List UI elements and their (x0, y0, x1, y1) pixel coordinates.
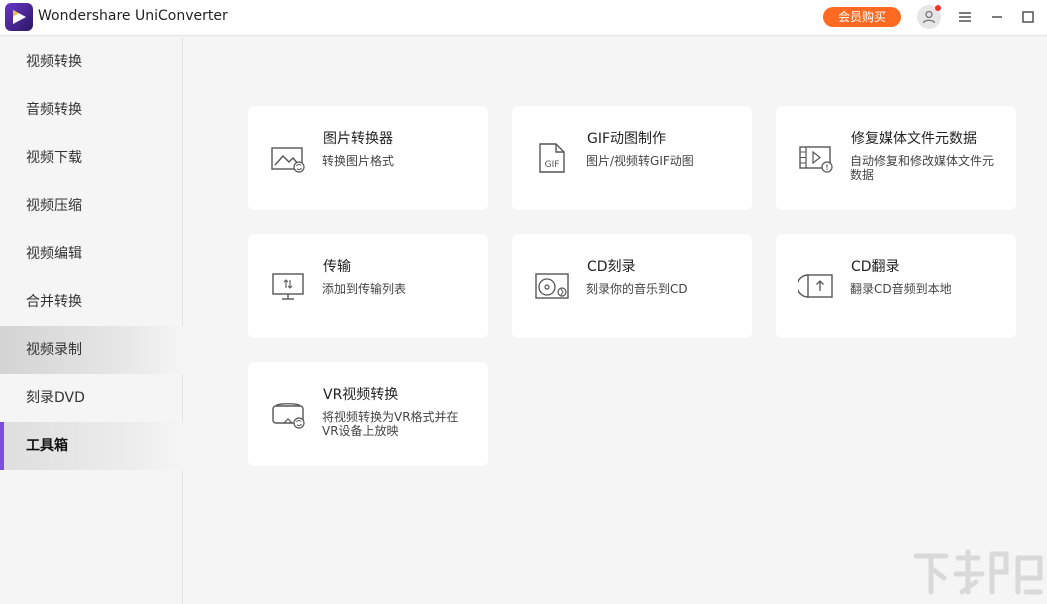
sidebar-item-video-convert[interactable]: 视频转换 (0, 38, 183, 86)
watermark-logo (906, 548, 1046, 604)
tool-description: 转换图片格式 (322, 154, 395, 168)
sidebar-item-burn-dvd[interactable]: 刻录DVD (0, 374, 183, 422)
metadata-icon (798, 142, 834, 174)
menu-button[interactable] (956, 8, 974, 26)
tool-title: VR视频转换 (323, 387, 399, 403)
minimize-button[interactable] (988, 8, 1006, 26)
notification-dot (935, 5, 941, 11)
sidebar-item-toolbox[interactable]: 工具箱 (0, 422, 183, 470)
tool-card-fix-metadata[interactable]: 修复媒体文件元数据 自动修复和修改媒体文件元数据 (776, 106, 1016, 210)
minimize-icon (992, 16, 1002, 18)
tool-card-transfer[interactable]: 传输 添加到传输列表 (248, 234, 488, 338)
transfer-icon (270, 270, 306, 302)
svg-text:GIF: GIF (545, 160, 560, 170)
tool-title: CD翻录 (851, 259, 900, 275)
sidebar-item-audio-convert[interactable]: 音频转换 (0, 86, 183, 134)
tool-card-image-converter[interactable]: 图片转换器 转换图片格式 (248, 106, 488, 210)
tool-title: CD刻录 (587, 259, 636, 275)
tool-title: 传输 (323, 259, 351, 275)
maximize-button[interactable] (1019, 8, 1037, 26)
sidebar: 视频转换 音频转换 视频下载 视频压缩 视频编辑 合并转换 视频录制 刻录DVD… (0, 37, 183, 604)
tool-description: 图片/视频转GIF动图 (586, 154, 694, 168)
title-bar: Wondershare UniConverter 会员购买 (0, 0, 1047, 36)
cd-rip-icon (798, 270, 834, 302)
sidebar-item-video-download[interactable]: 视频下载 (0, 134, 183, 182)
tool-card-cd-rip[interactable]: CD翻录 翻录CD音频到本地 (776, 234, 1016, 338)
tool-card-vr-convert[interactable]: VR视频转换 将视频转换为VR格式并在VR设备上放映 (248, 362, 488, 466)
tool-description: 将视频转换为VR格式并在VR设备上放映 (322, 410, 459, 438)
tool-card-cd-burn[interactable]: CD刻录 刻录你的音乐到CD (512, 234, 752, 338)
app-logo-icon (5, 3, 33, 31)
user-avatar[interactable] (917, 5, 941, 29)
vip-purchase-button[interactable]: 会员购买 (823, 7, 901, 27)
user-icon (922, 10, 936, 24)
tool-description: 刻录你的音乐到CD (586, 282, 688, 296)
app-title: Wondershare UniConverter (38, 8, 228, 24)
cd-burn-icon (534, 270, 570, 302)
gif-icon: GIF (534, 142, 570, 174)
tool-description: 自动修复和修改媒体文件元数据 (850, 154, 995, 182)
tool-title: GIF动图制作 (587, 131, 667, 147)
vr-icon (270, 398, 306, 430)
tool-card-gif-maker[interactable]: GIF GIF动图制作 图片/视频转GIF动图 (512, 106, 752, 210)
maximize-icon (1022, 11, 1034, 23)
sidebar-item-video-compress[interactable]: 视频压缩 (0, 182, 183, 230)
sidebar-item-merge[interactable]: 合并转换 (0, 278, 183, 326)
hamburger-menu-icon (959, 12, 971, 22)
sidebar-item-screen-record[interactable]: 视频录制 (0, 326, 183, 374)
sidebar-item-video-edit[interactable]: 视频编辑 (0, 230, 183, 278)
tool-description: 添加到传输列表 (322, 282, 407, 296)
tool-title: 图片转换器 (323, 131, 393, 147)
image-convert-icon (270, 142, 306, 174)
tool-title: 修复媒体文件元数据 (851, 131, 977, 147)
tool-description: 翻录CD音频到本地 (850, 282, 952, 296)
